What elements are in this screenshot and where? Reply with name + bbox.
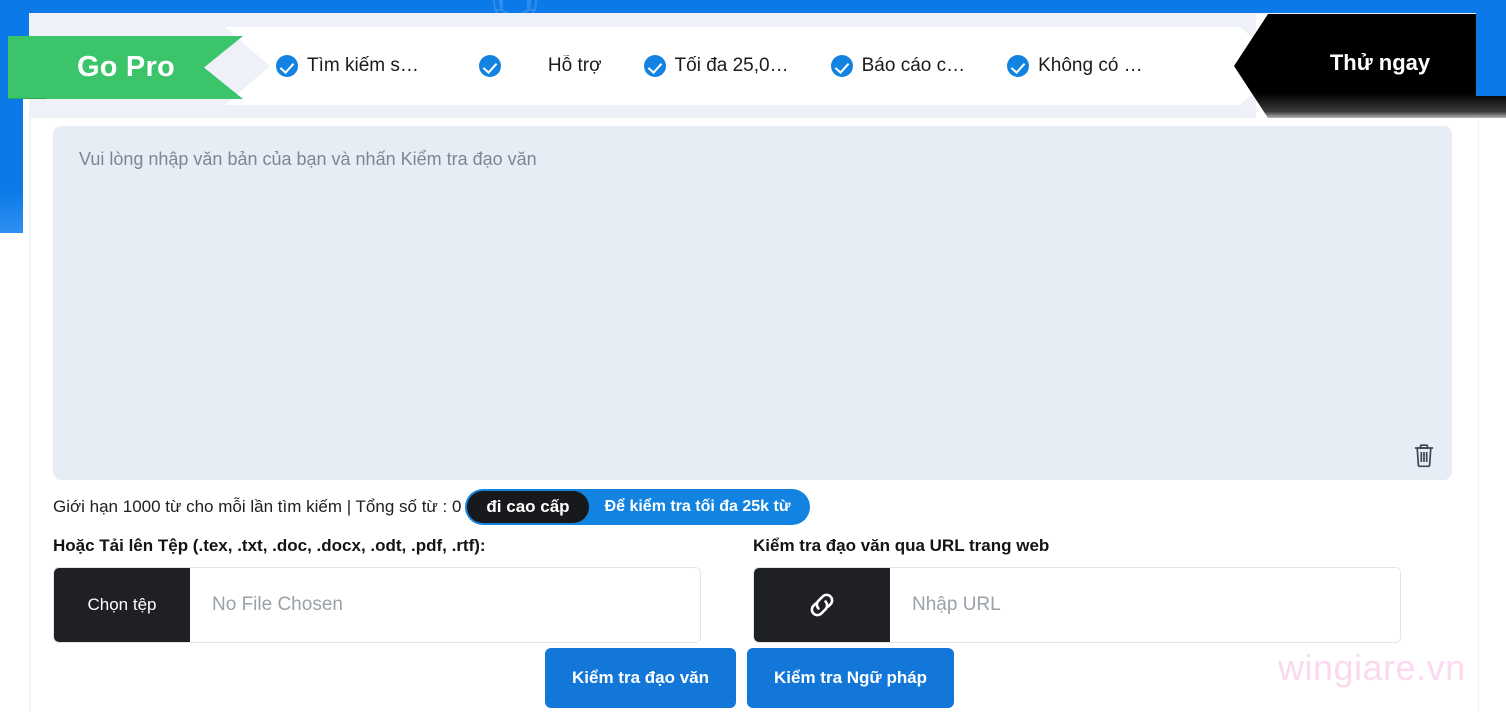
left-blue-strip <box>0 0 23 233</box>
link-icon <box>810 593 834 617</box>
trash-icon[interactable] <box>1412 442 1436 468</box>
editor-placeholder: Vui lòng nhập văn bản của bạn và nhấn Ki… <box>79 149 537 169</box>
url-submit-button[interactable] <box>754 568 890 642</box>
check-plagiarism-button[interactable]: Kiểm tra đạo văn <box>545 648 736 708</box>
feature-label: Báo cáo c… <box>861 55 966 76</box>
url-input-group: Nhập URL <box>753 567 1401 643</box>
feature-label: Tối đa 25,0… <box>674 55 789 76</box>
right-blue-strip <box>1476 0 1506 96</box>
banner-feature-3: Tối đa 25,0… <box>643 55 789 77</box>
try-now-button[interactable]: Thử ngay <box>1234 14 1506 118</box>
word-count-row: Giới hạn 1000 từ cho mỗi lần tìm kiếm | … <box>53 489 811 525</box>
feature-label: Không có … <box>1038 55 1143 76</box>
check-circle-icon <box>830 55 853 77</box>
check-circle-icon <box>276 55 298 77</box>
word-count-text: Giới hạn 1000 từ cho mỗi lần tìm kiếm | … <box>53 497 462 516</box>
promo-banner: Go Pro Tìm kiếm s… Hỗ trợ Tối đa 25,0… B… <box>8 14 1506 118</box>
url-input[interactable]: Nhập URL <box>890 568 1400 642</box>
text-editor[interactable]: Vui lòng nhập văn bản của bạn và nhấn Ki… <box>53 126 1452 480</box>
check-circle-icon <box>1007 55 1030 77</box>
check-circle-icon <box>478 55 501 77</box>
upload-section-label: Hoặc Tải lên Tệp (.tex, .txt, .doc, .doc… <box>53 536 486 555</box>
action-button-row: Kiểm tra đạo văn Kiểm tra Ngữ pháp <box>545 648 955 708</box>
banner-feature-5: Không có … <box>1007 55 1143 77</box>
card-edge-divider <box>30 118 31 712</box>
url-section-label: Kiểm tra đạo văn qua URL trang web <box>753 536 1050 555</box>
choose-file-button[interactable]: Chọn tệp <box>54 568 190 642</box>
file-upload-group: Chọn tệp No File Chosen <box>53 567 701 643</box>
banner-feature-4: Báo cáo c… <box>830 55 966 77</box>
feature-label: Tìm kiếm s… <box>307 55 419 76</box>
check-circle-icon <box>643 55 666 77</box>
premium-badge-label: đi cao cấp <box>467 491 589 523</box>
check-grammar-button[interactable]: Kiểm tra Ngữ pháp <box>747 648 955 708</box>
page-root: Go Pro Tìm kiếm s… Hỗ trợ Tối đa 25,0… B… <box>0 0 1506 712</box>
file-name-field[interactable]: No File Chosen <box>190 568 700 642</box>
banner-feature-2: Hỗ trợ <box>478 55 602 77</box>
premium-description: Để kiểm tra tối đa 25k từ <box>604 498 791 515</box>
go-pro-label: Go Pro <box>77 51 175 83</box>
banner-feature-1: Tìm kiếm s… <box>276 55 419 77</box>
try-now-label: Thử ngay <box>1329 50 1431 75</box>
banner-feature-list: Tìm kiếm s… Hỗ trợ Tối đa 25,0… Báo cáo … <box>276 27 1246 105</box>
premium-upsell-badge[interactable]: đi cao cấp Để kiểm tra tối đa 25k từ <box>465 489 811 525</box>
feature-label: Hỗ trợ <box>547 55 602 76</box>
